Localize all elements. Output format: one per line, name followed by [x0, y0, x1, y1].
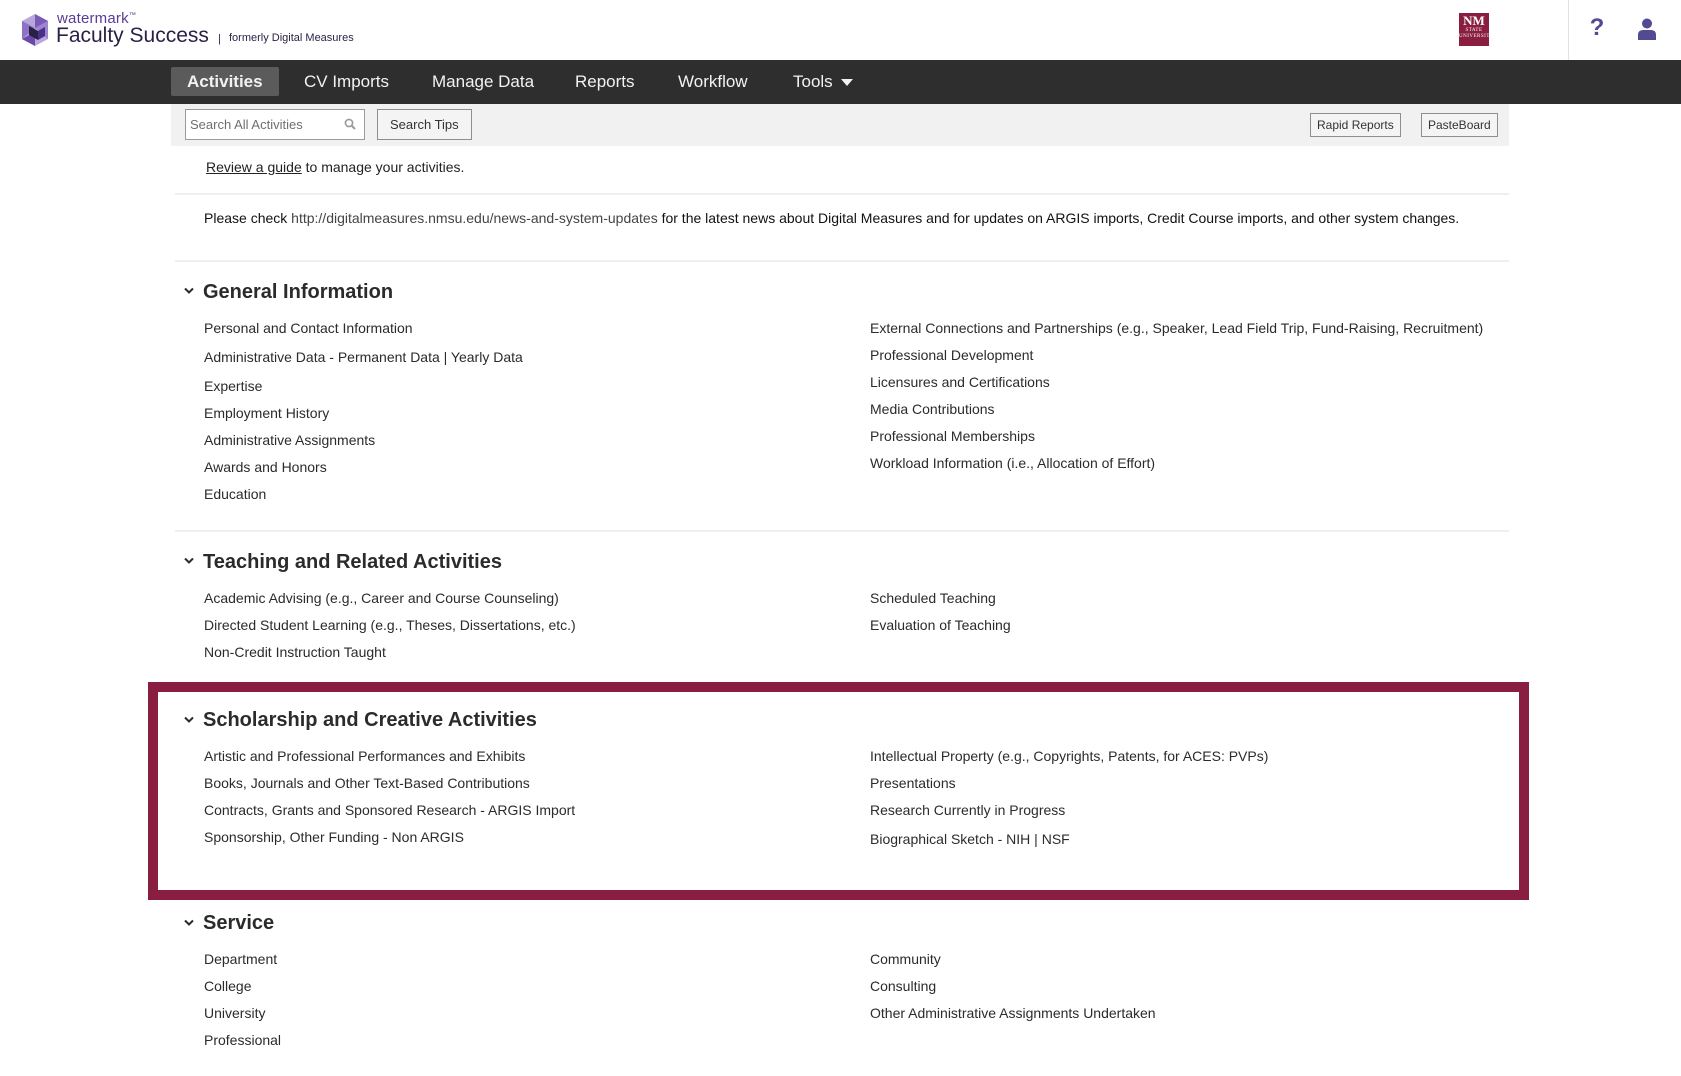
- trademark: ™: [128, 12, 137, 19]
- pasteboard-button[interactable]: PasteBoard: [1421, 113, 1498, 137]
- activity-link[interactable]: Department: [204, 951, 277, 967]
- guide-suffix: to manage your activities.: [301, 159, 465, 175]
- activity-link[interactable]: Media Contributions: [870, 401, 995, 417]
- section-title-general-information[interactable]: General Information: [203, 281, 393, 304]
- activity-link[interactable]: Consulting: [870, 978, 936, 994]
- activity-link[interactable]: Books, Journals and Other Text-Based Con…: [204, 775, 530, 791]
- activity-link[interactable]: Academic Advising (e.g., Career and Cour…: [204, 590, 559, 606]
- help-icon[interactable]: ?: [1585, 14, 1609, 44]
- collapse-chevron-icon[interactable]: [184, 919, 194, 927]
- search-icon[interactable]: [344, 118, 356, 130]
- activity-link[interactable]: Evaluation of Teaching: [870, 617, 1011, 633]
- activity-link[interactable]: Contracts, Grants and Sponsored Research…: [204, 802, 575, 818]
- activity-link[interactable]: Presentations: [870, 775, 956, 791]
- section-title-service[interactable]: Service: [203, 912, 274, 935]
- nav-tab-label: Activities: [187, 72, 263, 91]
- collapse-chevron-icon[interactable]: [184, 287, 194, 295]
- search-activities-input[interactable]: [186, 110, 336, 139]
- news-url: http://digitalmeasures.nmsu.edu/news-and…: [291, 210, 658, 226]
- nav-tab-reports[interactable]: Reports: [559, 67, 651, 96]
- header-divider: [1568, 0, 1569, 60]
- main-nav: Activities CV Imports Manage Data Report…: [0, 60, 1681, 104]
- activity-link[interactable]: Professional Memberships: [870, 428, 1035, 444]
- nav-tab-label: CV Imports: [304, 72, 390, 91]
- activity-link[interactable]: Scheduled Teaching: [870, 590, 996, 606]
- search-tips-button[interactable]: Search Tips: [377, 109, 472, 140]
- activity-link[interactable]: Non-Credit Instruction Taught: [204, 644, 386, 660]
- activity-link[interactable]: External Connections and Partnerships (e…: [870, 320, 1483, 336]
- activity-link[interactable]: University: [204, 1005, 265, 1021]
- activity-link[interactable]: Administrative Data - Permanent Data | Y…: [204, 349, 523, 365]
- news-suffix: for the latest news about Digital Measur…: [657, 210, 1460, 226]
- activity-link[interactable]: Professional: [204, 1032, 281, 1048]
- nav-tab-activities[interactable]: Activities: [171, 67, 279, 96]
- nav-tab-label: Tools: [793, 72, 833, 91]
- review-guide-link[interactable]: Review a guide: [206, 159, 302, 175]
- divider: [175, 193, 1509, 195]
- nav-tab-label: Reports: [575, 72, 635, 91]
- nav-tab-label: Manage Data: [432, 72, 535, 91]
- institution-logo: NM STATE UNIVERSITY: [1459, 13, 1494, 46]
- activity-link[interactable]: Professional Development: [870, 347, 1033, 363]
- news-prefix: Please check: [204, 210, 292, 226]
- dropdown-caret-icon: [840, 79, 853, 87]
- divider: [175, 530, 1509, 532]
- activity-link[interactable]: Personal and Contact Information: [204, 320, 413, 336]
- activity-link[interactable]: Education: [204, 486, 266, 502]
- brand-product-name: Faculty Success: [56, 24, 209, 47]
- section-title-teaching[interactable]: Teaching and Related Activities: [203, 551, 502, 574]
- nav-tab-cv-imports[interactable]: CV Imports: [288, 67, 405, 96]
- user-account-icon[interactable]: [1637, 18, 1657, 40]
- search-box: [185, 109, 365, 140]
- institution-logo-nm: NM: [1463, 13, 1485, 28]
- activity-link[interactable]: Workload Information (i.e., Allocation o…: [870, 455, 1155, 471]
- activity-link[interactable]: Biographical Sketch - NIH | NSF: [870, 831, 1070, 847]
- nav-tab-manage-data[interactable]: Manage Data: [416, 67, 550, 96]
- guide-text: Review a guide to manage your activities…: [206, 159, 464, 175]
- brand-separator: |: [218, 33, 221, 45]
- rapid-reports-button[interactable]: Rapid Reports: [1310, 113, 1401, 137]
- collapse-chevron-icon[interactable]: [184, 716, 194, 724]
- activity-link[interactable]: Administrative Assignments: [204, 432, 375, 448]
- nav-tab-workflow[interactable]: Workflow: [662, 67, 764, 96]
- watermark-logo-icon: [22, 14, 48, 46]
- activity-link[interactable]: College: [204, 978, 251, 994]
- activity-link[interactable]: Community: [870, 951, 941, 967]
- divider: [175, 260, 1509, 262]
- activity-link[interactable]: Employment History: [204, 405, 329, 421]
- activity-link[interactable]: Licensures and Certifications: [870, 374, 1050, 390]
- nav-tab-tools[interactable]: Tools: [777, 67, 869, 96]
- activity-link[interactable]: Directed Student Learning (e.g., Theses,…: [204, 617, 576, 633]
- nav-tab-label: Workflow: [678, 72, 748, 91]
- brand-former-name: formerly Digital Measures: [229, 32, 354, 44]
- collapse-chevron-icon[interactable]: [184, 557, 194, 565]
- activity-link[interactable]: Artistic and Professional Performances a…: [204, 748, 525, 764]
- activity-link[interactable]: Sponsorship, Other Funding - Non ARGIS: [204, 829, 464, 845]
- activity-link[interactable]: Awards and Honors: [204, 459, 327, 475]
- activity-link[interactable]: Intellectual Property (e.g., Copyrights,…: [870, 748, 1268, 764]
- activity-link[interactable]: Expertise: [204, 378, 262, 394]
- activity-link[interactable]: Other Administrative Assignments Underta…: [870, 1005, 1156, 1021]
- activity-link[interactable]: Research Currently in Progress: [870, 802, 1065, 818]
- section-title-scholarship[interactable]: Scholarship and Creative Activities: [203, 709, 537, 732]
- institution-logo-university: UNIVERSITY: [1459, 34, 1494, 39]
- app-header: watermark™ Faculty Success | formerly Di…: [0, 0, 1681, 60]
- activities-toolbar: Search Tips Rapid Reports PasteBoard: [171, 104, 1509, 146]
- news-notice: Please check http://digitalmeasures.nmsu…: [204, 210, 1494, 226]
